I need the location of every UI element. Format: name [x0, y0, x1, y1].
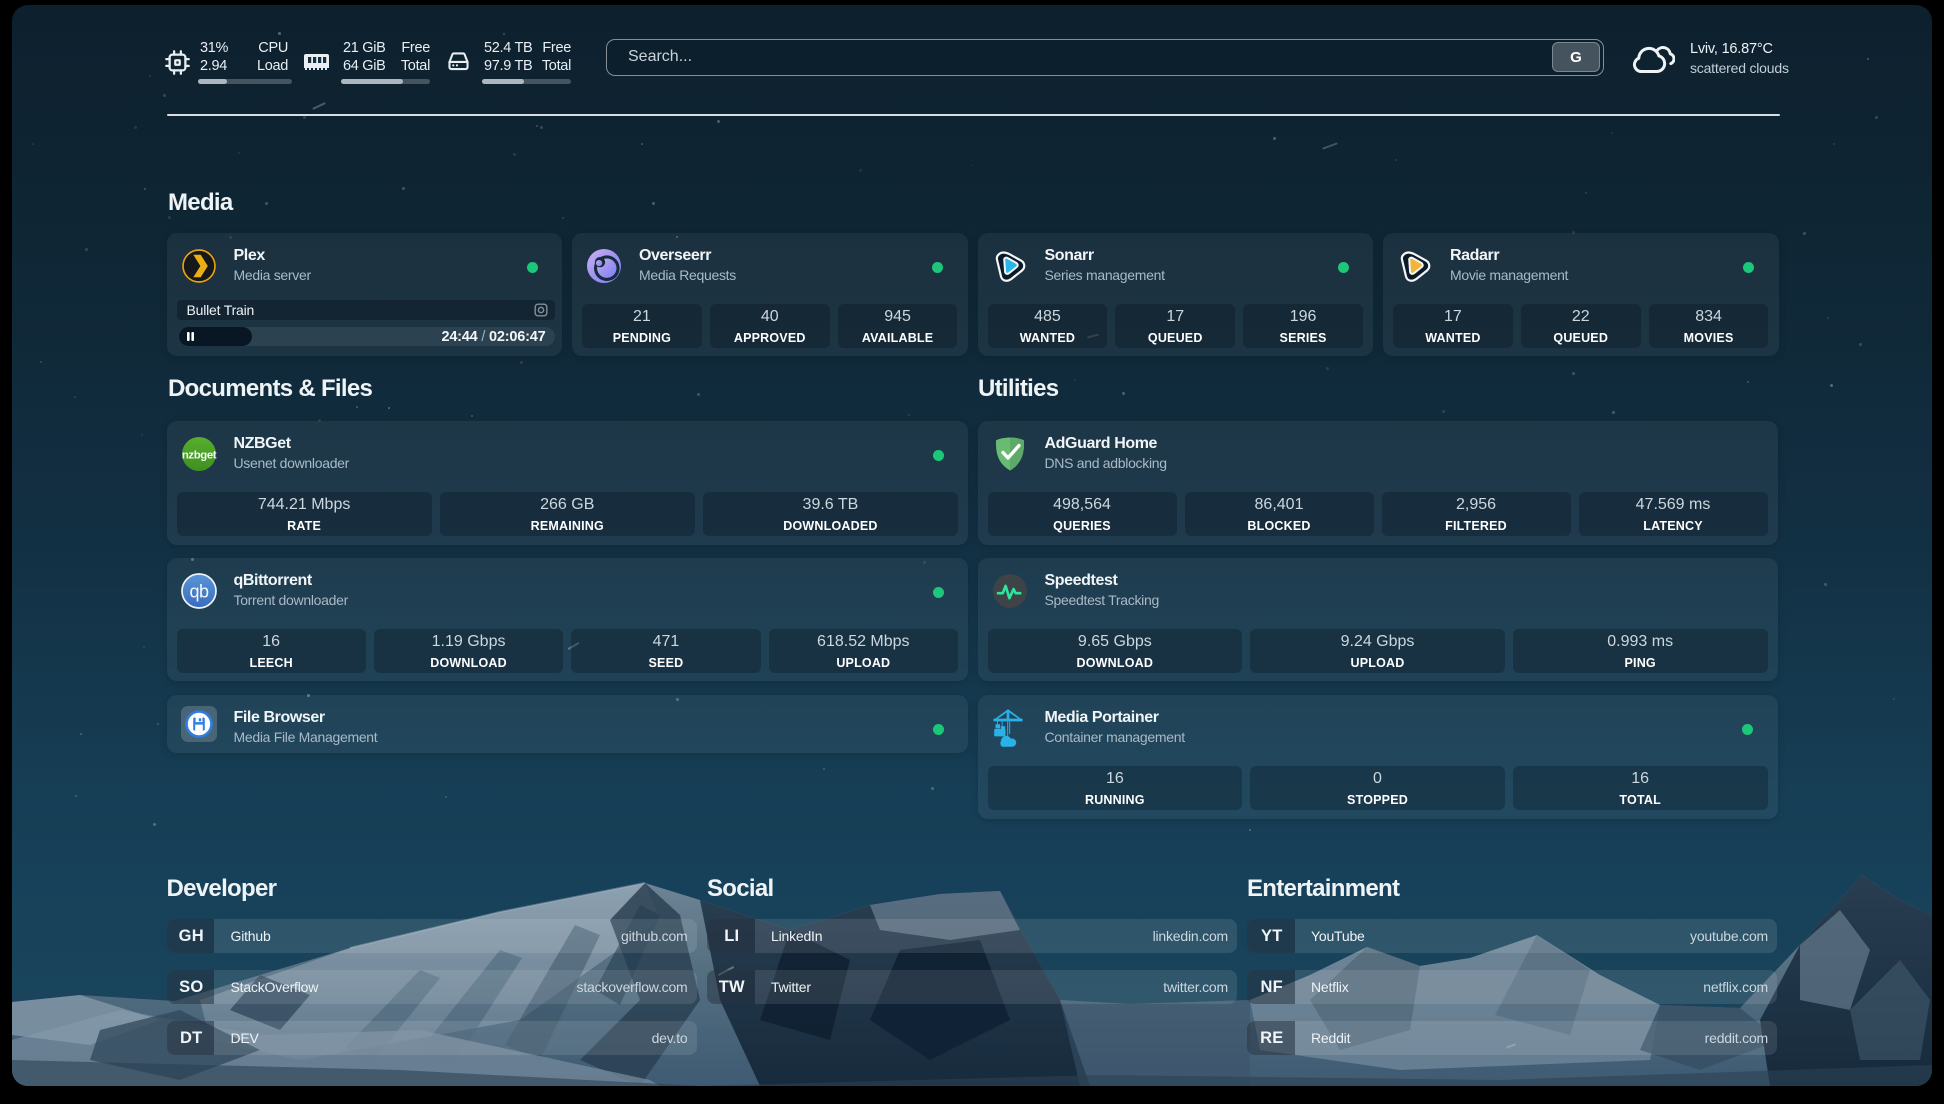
svg-text:qb: qb [189, 582, 209, 602]
svg-text:nzbget: nzbget [181, 450, 216, 462]
